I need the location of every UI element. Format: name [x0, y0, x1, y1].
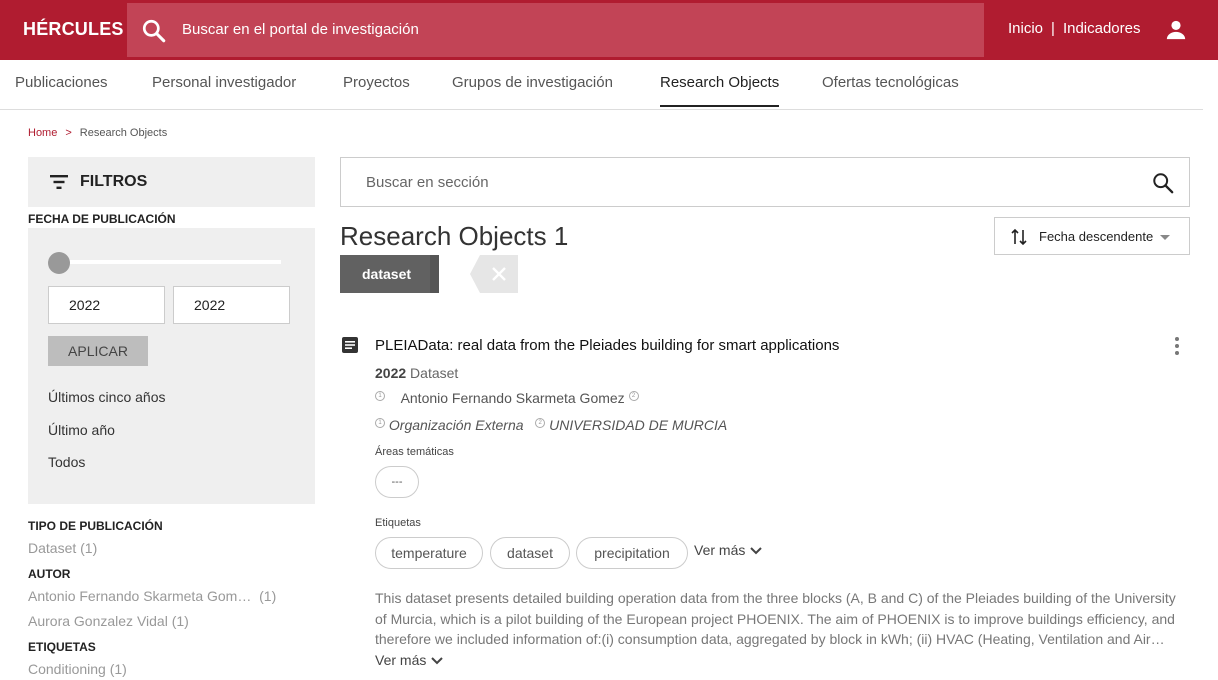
- result-meta: 2022 Dataset: [375, 365, 458, 381]
- facet-label: Antonio Fernando Skarmeta Gom…: [28, 588, 252, 604]
- result-authors: 1 Antonio Fernando Skarmeta Gomez 2: [375, 390, 639, 406]
- facet-label: Dataset: [28, 540, 77, 556]
- active-filter-label: dataset: [362, 266, 412, 282]
- sort-label: Fecha descendente: [1039, 229, 1154, 244]
- result-description: This dataset presents detailed building …: [375, 590, 1176, 647]
- organization-name: UNIVERSIDAD DE MURCIA: [549, 417, 728, 433]
- tab-ofertas-tecnologicas[interactable]: Ofertas tecnológicas: [822, 74, 959, 105]
- close-icon[interactable]: [441, 266, 457, 282]
- tab-grupos-investigacion[interactable]: Grupos de investigación: [452, 74, 613, 105]
- breadcrumb-current: Research Objects: [79, 127, 168, 139]
- more-options-icon[interactable]: [1174, 336, 1180, 356]
- date-option-last-five-years[interactable]: Últimos cinco años: [48, 389, 166, 405]
- author-number-badge: 2: [628, 391, 639, 401]
- document-icon: [342, 337, 358, 353]
- result-type: Dataset: [410, 365, 459, 381]
- chevron-down-icon: [1160, 235, 1170, 240]
- tag-pill[interactable]: precipitation: [576, 537, 688, 569]
- date-from-input[interactable]: 2022: [48, 286, 165, 324]
- nav-separator: |: [1051, 20, 1055, 37]
- date-filter-panel: 2022 2022 APLICAR Últimos cinco años Últ…: [28, 228, 315, 504]
- results-title-text: Research Objects: [340, 221, 547, 251]
- breadcrumb-separator: >: [65, 127, 72, 139]
- chip-remove-area[interactable]: [430, 255, 439, 293]
- search-icon[interactable]: [1152, 172, 1174, 194]
- filter-icon: [50, 175, 68, 189]
- organization-name: Organización Externa: [388, 417, 524, 433]
- facet-item-author[interactable]: Aurora Gonzalez Vidal (1): [28, 613, 189, 629]
- result-year: 2022: [375, 365, 407, 381]
- date-slider-track[interactable]: [48, 260, 281, 264]
- result-title-link[interactable]: PLEIAData: real data from the Pleiades b…: [375, 337, 839, 354]
- autor-filter-title: AUTOR: [28, 567, 71, 581]
- tab-publicaciones[interactable]: Publicaciones: [15, 74, 108, 105]
- date-to-input[interactable]: 2022: [173, 286, 290, 324]
- chevron-down-icon: [431, 657, 444, 665]
- facet-item-tag[interactable]: Conditioning (1): [28, 661, 127, 677]
- sort-icon: [1011, 228, 1027, 246]
- facet-item-dataset[interactable]: Dataset (1): [28, 540, 97, 556]
- author-link[interactable]: Antonio Fernando Skarmeta Gomez: [401, 390, 625, 406]
- area-pill[interactable]: ---: [375, 466, 419, 498]
- top-header: HÉRCULES Buscar en el portal de investig…: [0, 0, 1218, 60]
- show-more-label: Ver más: [375, 652, 427, 668]
- org-number-badge: 1: [375, 418, 385, 428]
- section-search-bar[interactable]: Buscar en sección: [340, 157, 1190, 207]
- breadcrumb-home-link[interactable]: Home: [28, 127, 57, 139]
- tag-pill[interactable]: dataset: [490, 537, 570, 569]
- tab-proyectos[interactable]: Proyectos: [343, 74, 410, 105]
- facet-count: (1): [171, 613, 189, 629]
- facet-count: (1): [80, 540, 98, 556]
- active-filter-chip: dataset: [340, 255, 439, 293]
- section-search-input[interactable]: Buscar en sección: [366, 174, 489, 191]
- top-nav: Inicio | Indicadores: [1008, 20, 1141, 37]
- clear-filters-button[interactable]: [470, 255, 518, 293]
- facet-item-author[interactable]: Antonio Fernando Skarmeta Gom… (1): [28, 588, 276, 604]
- facet-label: Conditioning: [28, 661, 106, 677]
- show-more-label: Ver más: [694, 542, 746, 558]
- result-organizations: 1 Organización Externa 2 UNIVERSIDAD DE …: [375, 417, 727, 433]
- section-tabs: Publicaciones Personal investigador Proy…: [0, 60, 1203, 110]
- tag-pill[interactable]: temperature: [375, 537, 483, 569]
- tab-research-objects[interactable]: Research Objects: [660, 74, 780, 107]
- author-number-badge: 1: [375, 391, 385, 401]
- filters-header[interactable]: FILTROS: [28, 157, 315, 207]
- nav-inicio-link[interactable]: Inicio: [1008, 20, 1043, 37]
- description-show-more[interactable]: Ver más: [375, 652, 444, 668]
- tipo-filter-title: TIPO DE PUBLICACIÓN: [28, 519, 163, 533]
- results-title: Research Objects 1: [340, 221, 568, 252]
- chevron-down-icon: [750, 547, 763, 555]
- nav-indicadores-link[interactable]: Indicadores: [1063, 20, 1141, 37]
- date-option-all[interactable]: Todos: [48, 454, 85, 470]
- search-icon[interactable]: [141, 18, 167, 44]
- sort-dropdown[interactable]: Fecha descendente: [994, 217, 1190, 255]
- filters-title: FILTROS: [80, 173, 148, 190]
- date-option-last-year[interactable]: Último año: [48, 422, 115, 438]
- tab-personal-investigador[interactable]: Personal investigador: [152, 74, 296, 105]
- results-count: 1: [553, 221, 569, 251]
- tags-label: Etiquetas: [375, 517, 421, 529]
- brand-logo[interactable]: HÉRCULES: [23, 19, 124, 40]
- date-filter-title: FECHA DE PUBLICACIÓN: [28, 212, 176, 226]
- apply-date-button[interactable]: APLICAR: [48, 336, 148, 366]
- etiquetas-filter-title: ETIQUETAS: [28, 640, 96, 654]
- facet-label: Aurora Gonzalez Vidal: [28, 613, 168, 629]
- tags-show-more[interactable]: Ver más: [694, 542, 763, 558]
- breadcrumb: Home > Research Objects: [28, 127, 167, 139]
- portal-search-input[interactable]: Buscar en el portal de investigación: [182, 21, 419, 38]
- date-slider-handle[interactable]: [48, 252, 70, 274]
- facet-count: (1): [259, 588, 277, 604]
- org-number-badge: 2: [535, 418, 546, 428]
- user-icon[interactable]: [1165, 19, 1187, 41]
- areas-label: Áreas temáticas: [375, 446, 454, 458]
- facet-count: (1): [109, 661, 127, 677]
- portal-search-bar[interactable]: Buscar en el portal de investigación: [127, 3, 984, 57]
